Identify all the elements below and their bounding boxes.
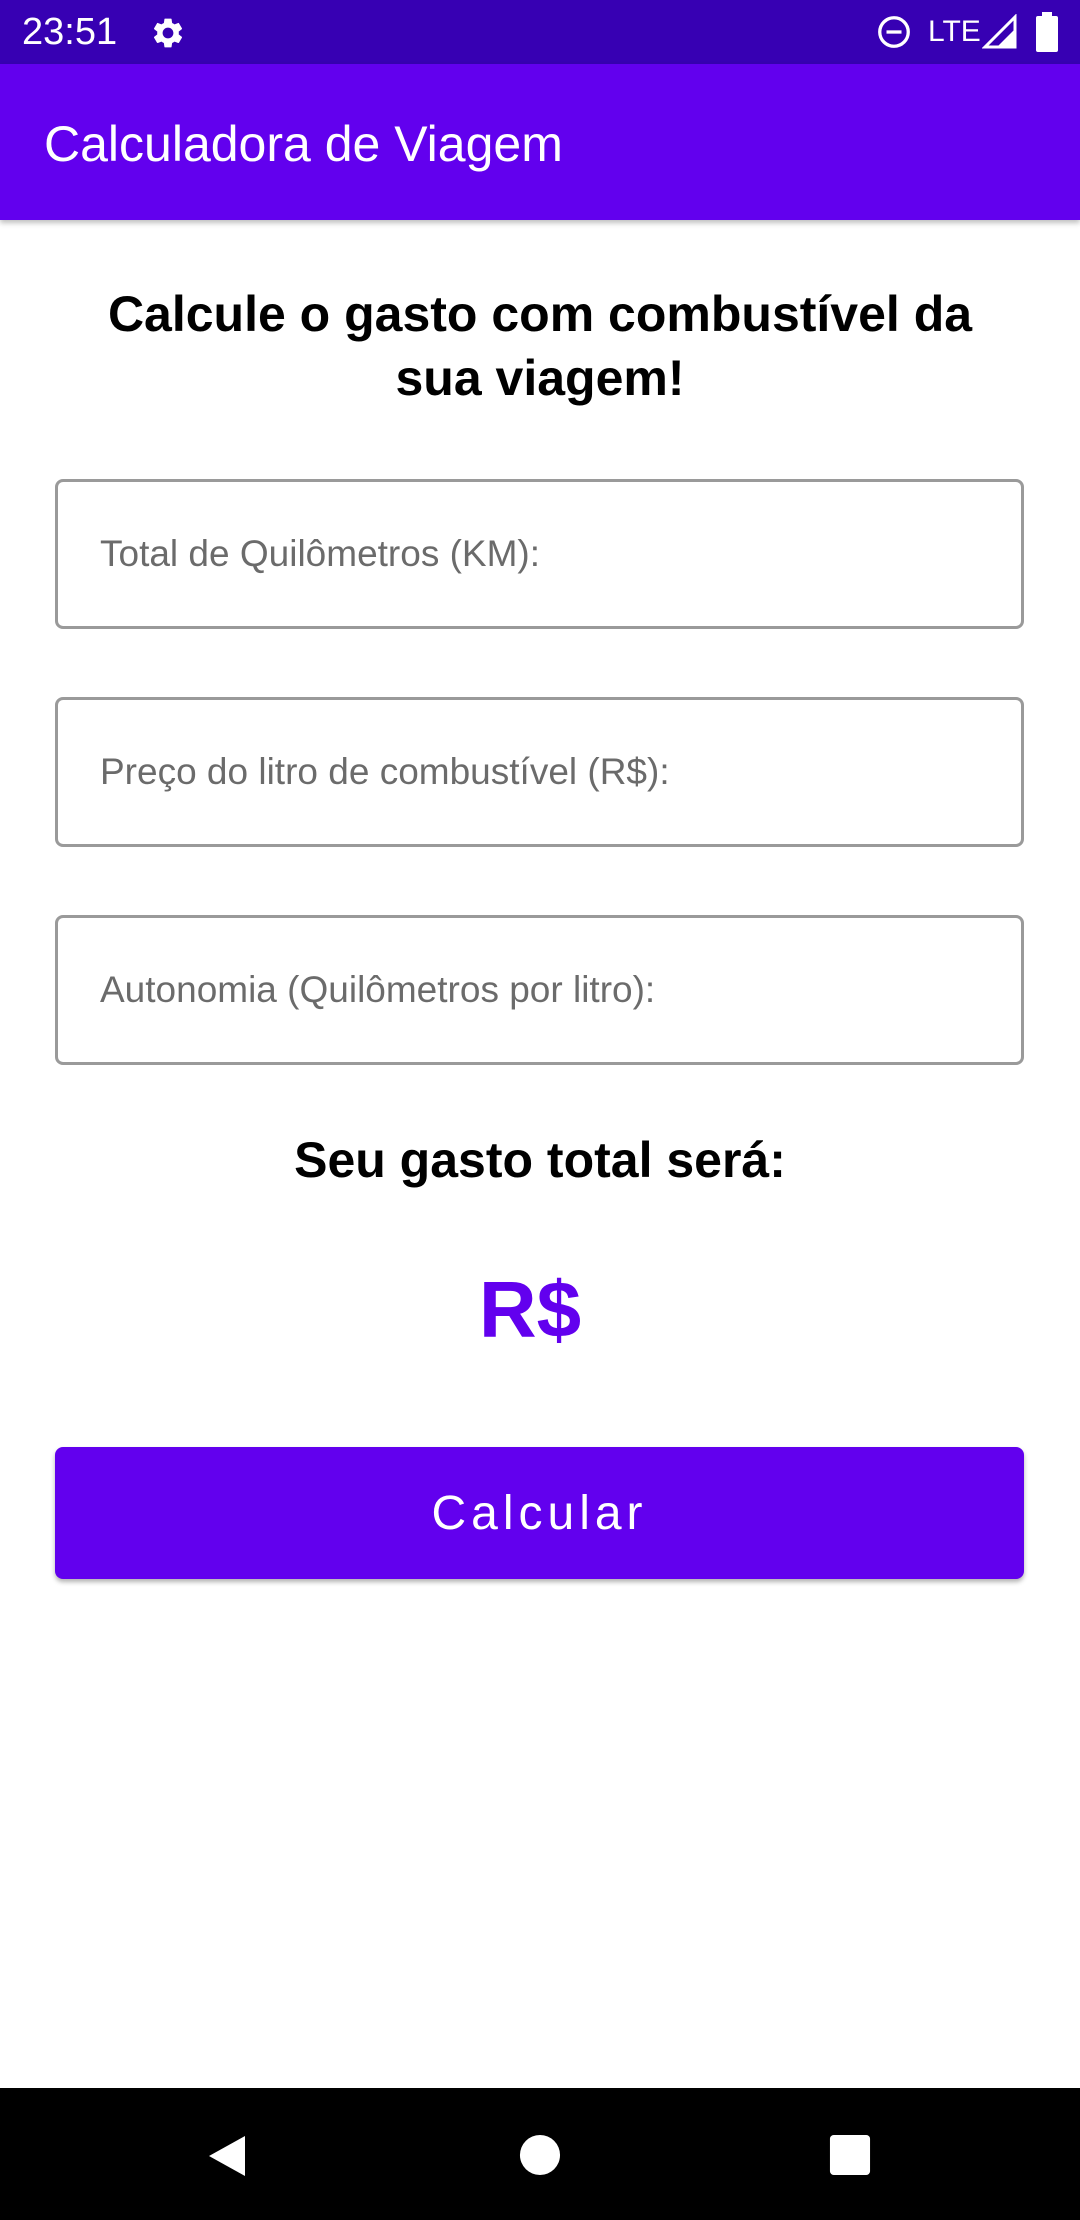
status-time: 23:51 bbox=[22, 11, 118, 53]
do-not-disturb-icon bbox=[878, 16, 910, 48]
gear-icon bbox=[153, 18, 183, 48]
recents-icon[interactable] bbox=[829, 2134, 871, 2176]
autonomy-field-container bbox=[55, 915, 1024, 1065]
status-bar: 23:51 LTE bbox=[0, 0, 1080, 64]
calculate-button[interactable]: Calcular bbox=[55, 1447, 1024, 1579]
fuel-price-input[interactable] bbox=[58, 700, 1021, 844]
screen: 23:51 LTE Calculadora de Viagem Calcule … bbox=[0, 0, 1080, 2220]
home-icon[interactable] bbox=[519, 2134, 561, 2176]
signal-icon bbox=[982, 14, 1017, 49]
km-input[interactable] bbox=[58, 482, 1021, 626]
app-bar: Calculadora de Viagem bbox=[0, 64, 1080, 220]
navigation-bar bbox=[0, 2088, 1080, 2220]
network-type: LTE bbox=[928, 15, 981, 48]
page-heading: Calcule o gasto com combustível da sua v… bbox=[107, 286, 973, 406]
km-field-container bbox=[55, 479, 1024, 629]
result-value: R$ bbox=[478, 1265, 582, 1354]
price-field-container bbox=[55, 697, 1024, 847]
result-label: Seu gasto total será: bbox=[294, 1132, 786, 1188]
autonomy-input[interactable] bbox=[58, 918, 1021, 1062]
back-icon[interactable] bbox=[205, 2132, 249, 2180]
battery-icon bbox=[1036, 12, 1058, 52]
app-title: Calculadora de Viagem bbox=[44, 116, 563, 172]
